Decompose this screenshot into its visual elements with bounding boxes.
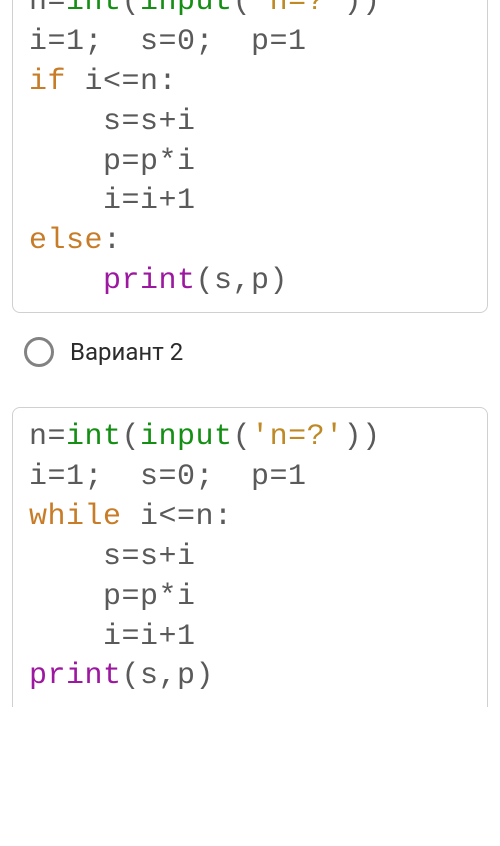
code-line: p=p*i bbox=[29, 580, 196, 614]
code-line: i=i+1 bbox=[29, 620, 196, 654]
code-line: s=s+i bbox=[29, 105, 196, 139]
code-line: n=int(input('n=?')) bbox=[29, 0, 381, 19]
code-line: n=int(input('n=?')) bbox=[29, 420, 381, 454]
code-line: i=1; s=0; p=1 bbox=[29, 25, 307, 59]
code-line: if i<=n: bbox=[29, 65, 177, 99]
option-label: Вариант 2 bbox=[70, 338, 183, 366]
code-line: s=s+i bbox=[29, 540, 196, 574]
code-line: else: bbox=[29, 224, 122, 258]
code-block-2: n=int(input('n=?')) i=1; s=0; p=1 while … bbox=[12, 407, 488, 707]
code-line: while i<=n: bbox=[29, 500, 233, 534]
code-line: i=i+1 bbox=[29, 184, 196, 218]
code-line: p=p*i bbox=[29, 145, 196, 179]
code-line: print(s,p) bbox=[29, 659, 214, 693]
code-line: print(s,p) bbox=[29, 264, 288, 298]
radio-icon[interactable] bbox=[24, 337, 54, 367]
code-line: i=1; s=0; p=1 bbox=[29, 460, 307, 494]
code-block-1: n=int(input('n=?')) i=1; s=0; p=1 if i<=… bbox=[12, 0, 488, 313]
option-variant-2[interactable]: Вариант 2 bbox=[24, 337, 476, 367]
